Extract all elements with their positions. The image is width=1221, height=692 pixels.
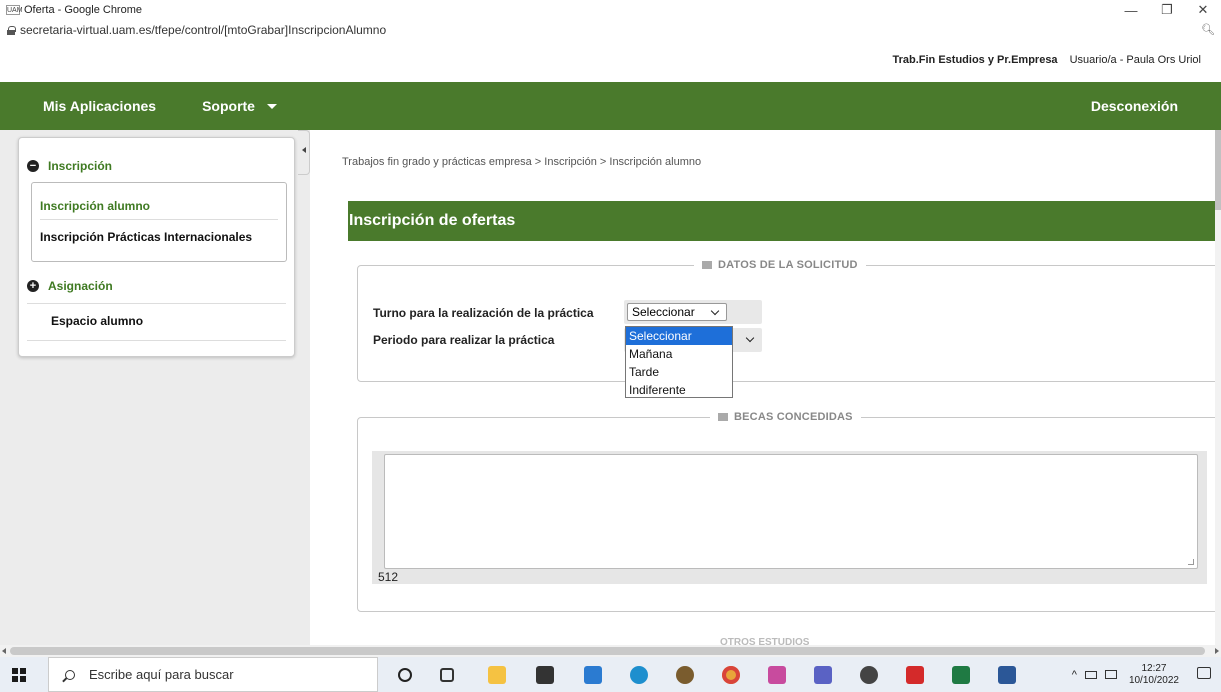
turno-select-wrapper: Seleccionar xyxy=(624,300,762,324)
main-navbar: Mis Aplicaciones Soporte Desconexión xyxy=(0,82,1221,130)
user-info: Trab.Fin Estudios y Pr.Empresa Usuario/a… xyxy=(893,40,1202,80)
nav-soporte[interactable]: Soporte xyxy=(202,98,277,114)
chevron-down-icon xyxy=(710,306,720,316)
chevron-up-icon[interactable]: ^ xyxy=(1072,669,1077,681)
nav-desconexion[interactable]: Desconexión xyxy=(1091,98,1178,114)
plus-circle-icon: + xyxy=(27,280,39,292)
address-bar[interactable]: secretaria-virtual.uam.es/tfepe/control/… xyxy=(0,20,1221,40)
restore-button[interactable]: ❐ xyxy=(1149,0,1185,20)
store-icon[interactable] xyxy=(584,666,602,684)
page-title: Inscripción de ofertas xyxy=(348,201,1221,241)
chevron-down-icon xyxy=(745,333,755,343)
acrobat-icon[interactable] xyxy=(906,666,924,684)
notification-icon[interactable] xyxy=(1197,667,1211,679)
option-tarde[interactable]: Tarde xyxy=(626,363,732,381)
sidebar-menu: − Inscripción Inscripción alumno Inscrip… xyxy=(18,137,295,357)
legend-datos-solicitud: DATOS DE LA SOLICITUD xyxy=(694,257,866,273)
caret-down-icon xyxy=(266,103,277,109)
char-counter: 512 xyxy=(378,570,399,584)
taskbar-search-placeholder: Escribe aquí para buscar xyxy=(89,667,234,682)
cortana-icon[interactable] xyxy=(398,668,412,682)
sidebar-item-espacio-alumno[interactable]: Espacio alumno xyxy=(51,314,143,328)
minus-circle-icon: − xyxy=(27,160,39,172)
taskbar-search[interactable]: Escribe aquí para buscar xyxy=(48,657,378,692)
becas-textarea-wrapper: 512 xyxy=(372,451,1207,584)
app-icon: UAM xyxy=(6,5,23,15)
chrome-icon[interactable] xyxy=(722,666,740,684)
becas-textarea[interactable] xyxy=(384,454,1198,569)
clock-date: 10/10/2022 xyxy=(1128,674,1179,686)
excel-icon[interactable] xyxy=(952,666,970,684)
app-name: Trab.Fin Estudios y Pr.Empresa xyxy=(892,54,1058,66)
close-button[interactable]: ✕ xyxy=(1185,0,1221,20)
minimize-button[interactable]: — xyxy=(1113,0,1149,20)
clock-time: 12:27 xyxy=(1141,662,1167,674)
settings-icon[interactable] xyxy=(860,666,878,684)
sidebar: − Inscripción Inscripción alumno Inscrip… xyxy=(0,130,310,645)
window-title-bar: UAM Oferta - Google Chrome — ❐ ✕ xyxy=(0,0,1221,20)
scroll-right-icon[interactable] xyxy=(1215,648,1219,654)
sidebar-item-practicas-internacionales[interactable]: Inscripción Prácticas Internacionales xyxy=(40,230,252,244)
scroll-thumb[interactable] xyxy=(10,647,1205,655)
legend-becas: BECAS CONCEDIDAS xyxy=(710,409,861,425)
breadcrumb: Trabajos fin grado y prácticas empresa >… xyxy=(342,156,702,168)
taskbar: Escribe aquí para buscar ^ 12:27 10/10/2… xyxy=(0,657,1221,692)
turno-label: Turno para la realización de la práctica xyxy=(373,306,594,320)
turno-dropdown-list: Seleccionar Mañana Tarde Indiferente xyxy=(625,326,733,398)
option-seleccionar[interactable]: Seleccionar xyxy=(626,327,732,345)
zoom-icon[interactable]: 🔍︎ xyxy=(1201,23,1215,36)
periodo-label: Periodo para realizar la práctica xyxy=(373,333,555,347)
windows-start-icon[interactable] xyxy=(12,667,26,682)
display-icon[interactable] xyxy=(1104,670,1117,679)
teams-icon[interactable] xyxy=(814,666,832,684)
menu-inscripcion-label: Inscripción xyxy=(48,159,113,173)
search-icon xyxy=(65,669,75,680)
menu-asignacion[interactable]: + Asignación xyxy=(27,276,113,296)
divider xyxy=(40,219,278,220)
divider xyxy=(27,303,286,304)
word-icon[interactable] xyxy=(998,666,1016,684)
scroll-left-icon[interactable] xyxy=(2,648,6,654)
vertical-scrollbar[interactable] xyxy=(1215,130,1221,645)
sidebar-item-inscripcion-alumno[interactable]: Inscripción alumno xyxy=(40,199,150,213)
section-icon xyxy=(718,413,728,421)
menu-inscripcion[interactable]: − Inscripción xyxy=(27,156,112,176)
app-icon[interactable] xyxy=(768,666,786,684)
system-tray: ^ 12:27 10/10/2022 xyxy=(1072,657,1221,692)
file-explorer-icon[interactable] xyxy=(488,666,506,684)
option-indiferente[interactable]: Indiferente xyxy=(626,381,732,399)
task-view-icon[interactable] xyxy=(440,668,454,682)
lock-icon xyxy=(7,25,16,35)
resize-grip-icon[interactable] xyxy=(1188,559,1194,565)
terminal-icon[interactable] xyxy=(536,666,554,684)
fieldset-datos-solicitud xyxy=(357,265,1221,382)
nav-mis-aplicaciones[interactable]: Mis Aplicaciones xyxy=(43,98,156,114)
url-text[interactable]: secretaria-virtual.uam.es/tfepe/control/… xyxy=(20,23,386,37)
scroll-thumb[interactable] xyxy=(1215,130,1221,210)
edge-icon[interactable] xyxy=(630,666,648,684)
sidebar-collapse-handle[interactable] xyxy=(298,130,310,175)
section-icon xyxy=(702,261,712,269)
clock[interactable]: 12:27 10/10/2022 xyxy=(1129,663,1179,687)
turno-select[interactable]: Seleccionar xyxy=(627,303,727,321)
battery-icon[interactable] xyxy=(1084,670,1097,679)
paint-icon[interactable] xyxy=(676,666,694,684)
menu-asignacion-label: Asignación xyxy=(48,279,113,293)
divider xyxy=(27,340,286,341)
window-title: Oferta - Google Chrome xyxy=(24,4,142,16)
horizontal-scrollbar[interactable] xyxy=(0,645,1221,657)
user-name: Usuario/a - Paula Ors Uriol xyxy=(1069,54,1201,66)
nav-soporte-label: Soporte xyxy=(202,98,255,114)
option-manana[interactable]: Mañana xyxy=(626,345,732,363)
window-controls: — ❐ ✕ xyxy=(1113,0,1221,20)
submenu-inscripcion: Inscripción alumno Inscripción Prácticas… xyxy=(31,182,287,262)
